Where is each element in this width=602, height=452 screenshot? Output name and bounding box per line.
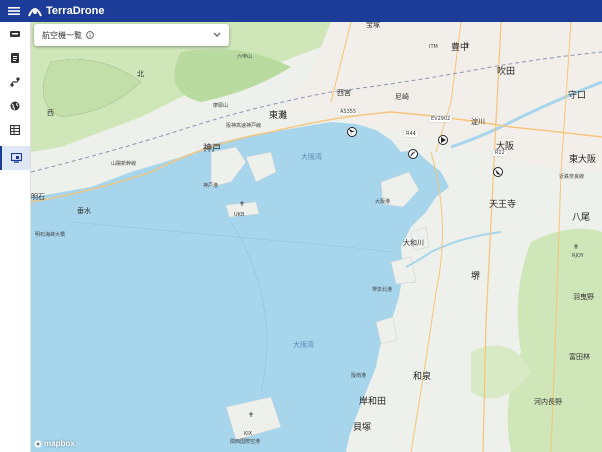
drone-marker-r44[interactable] [408,149,418,159]
sidebar-item-globe[interactable] [0,94,30,118]
menu-icon [8,7,20,15]
sidebar-item-monitor[interactable] [0,146,30,170]
drone-label-as355: AS355 [338,109,359,115]
label-kishiwada: 岸和田 [359,397,387,407]
label-tarumi: 垂水 [77,207,91,215]
label-higashiosaka: 東大阪 [569,155,597,165]
sidebar-item-table[interactable] [0,118,30,142]
document-icon [11,53,19,63]
label-kix-code: KIX [244,431,253,437]
terradrone-logo-icon [28,8,42,17]
label-hanshin-route: 阪神高速神戸線 [226,123,262,129]
monitor-icon [10,153,22,163]
globe-icon [10,101,20,111]
attribution-text: mapbox [44,439,75,448]
label-itm: ITM [429,44,438,50]
label-kix: 関西国際空港 [230,439,261,445]
label-sanyo: 山陽新幹線 [111,161,137,167]
label-sakai: 堺 [471,272,481,282]
map-view[interactable]: AS355 R44 EV2902 R22 西宮 尼崎 豊中 吹田 守口 淀川 大… [31,22,602,452]
dropdown-label: 航空機一覧 [42,30,82,40]
label-ukb: UKB [234,212,245,218]
drone-label-ev2902: EV2902 [429,116,453,122]
label-higashinada: 東灘 [269,111,288,121]
sidebar-item-drone-list[interactable] [0,22,30,46]
label-rjoy: RJOY [572,253,584,259]
drone-heading-icon [441,137,446,143]
drone-marker-ev2902[interactable] [438,135,448,145]
label-osakako: 大阪港 [375,199,391,205]
label-osakawan-2: 大阪湾 [293,341,314,349]
label-kawachinagano: 河内長野 [534,398,562,406]
label-kobeport: 神戸港 [203,183,219,189]
label-rokkosan: 六甲山 [237,54,253,60]
label-izumi: 和泉 [413,372,432,382]
label-amagasaki: 尼崎 [395,93,409,101]
label-habikino: 羽曳野 [573,293,594,301]
label-tondabayashi: 富田林 [569,353,590,361]
chevron-down-icon[interactable] [213,32,221,38]
aircraft-list-dropdown[interactable]: 航空機一覧 [34,24,229,46]
label-hokusetsu: 北 [137,70,144,78]
sidebar-item-documents[interactable] [0,46,30,70]
info-icon[interactable] [86,31,94,39]
top-app-bar: TerraDrone [0,0,602,22]
label-yao: 八尾 [572,213,591,223]
hamburger-menu-button[interactable] [0,0,28,22]
label-osaka: 大阪 [496,142,515,152]
label-sakaiport: 堺泉北港 [372,287,393,293]
table-icon [10,125,20,135]
mapbox-attribution[interactable]: mapbox [34,439,75,448]
label-nishi: 西 [47,109,54,117]
label-kaizuka: 貝塚 [353,423,372,433]
drone-label-r44: R44 [404,131,418,137]
label-takarazuka: 宝塚 [366,22,380,29]
label-tennoji: 天王寺 [489,200,517,210]
sidebar [0,22,31,452]
drone-heading-icon [495,169,501,175]
route-icon [10,77,20,87]
drone-marker-r22[interactable] [493,167,503,177]
drone-heading-icon [349,129,355,135]
label-yodogawa: 淀川 [471,118,485,126]
brand: TerraDrone [28,5,104,17]
mapbox-logo-icon [34,440,42,447]
sidebar-item-routes[interactable] [0,70,30,94]
drone-marker-as355[interactable] [347,127,357,137]
label-akashibridge: 明石海峡大橋 [35,232,66,238]
label-moriguchi: 守口 [568,91,587,101]
label-kobe: 神戸 [203,144,222,154]
label-makiyama: 摩耶山 [213,103,229,109]
label-toyonaka: 豊中 [451,43,470,53]
label-akashi: 明石 [31,193,45,201]
label-hannanport: 阪南港 [351,373,367,379]
map-canvas[interactable] [31,22,602,452]
drone-heading-icon [410,151,416,157]
label-yamatogawa: 大和川 [403,239,424,247]
label-suita: 吹田 [497,67,516,77]
drone-icon [10,31,20,37]
app-title: TerraDrone [46,5,105,17]
label-nishinomiya: 西宮 [337,89,351,97]
label-osakawan-1: 大阪湾 [301,153,322,161]
label-kintetsu: 近鉄奈良線 [559,174,585,180]
